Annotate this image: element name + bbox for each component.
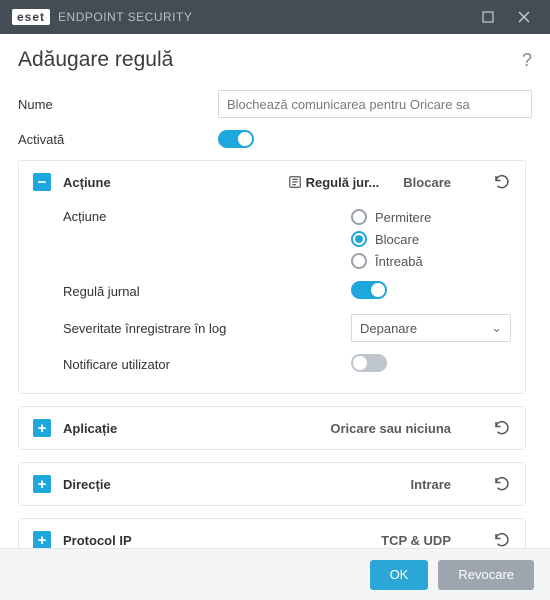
- severity-select[interactable]: Depanare ⌄: [351, 314, 511, 342]
- panel-protocol-title: Protocol IP: [63, 533, 132, 548]
- panel-protocol-summary: TCP & UDP: [381, 533, 451, 548]
- title-bar: eset ENDPOINT SECURITY: [0, 0, 550, 34]
- journal-chip[interactable]: Regulă jur...: [288, 175, 380, 190]
- product-name: ENDPOINT SECURITY: [58, 10, 192, 24]
- cancel-button[interactable]: Revocare: [438, 560, 534, 590]
- action-row-label: Acțiune: [63, 209, 351, 224]
- panels-scroll[interactable]: − Acțiune Regulă jur... Blocare Acțiune: [18, 160, 532, 548]
- journal-toggle[interactable]: [351, 281, 387, 299]
- panel-application-header[interactable]: + Aplicație Oricare sau niciuna: [19, 407, 525, 449]
- footer: OK Revocare: [0, 548, 550, 600]
- panel-application-summary: Oricare sau niciuna: [330, 421, 451, 436]
- radio-icon: [351, 231, 367, 247]
- notify-label: Notificare utilizator: [63, 357, 351, 372]
- enabled-toggle[interactable]: [218, 130, 254, 148]
- panel-protocol-header[interactable]: + Protocol IP TCP & UDP: [19, 519, 525, 548]
- reset-icon[interactable]: [493, 173, 511, 191]
- name-input[interactable]: [218, 90, 532, 118]
- panel-action-header[interactable]: − Acțiune Regulă jur... Blocare: [19, 161, 525, 203]
- radio-block[interactable]: Blocare: [351, 231, 511, 247]
- action-radio-group: Permitere Blocare Întreabă: [351, 209, 511, 269]
- panel-action: − Acțiune Regulă jur... Blocare Acțiune: [18, 160, 526, 394]
- brand-logo: eset: [12, 9, 50, 25]
- panel-application-title: Aplicație: [63, 421, 117, 436]
- radio-icon: [351, 253, 367, 269]
- radio-ask[interactable]: Întreabă: [351, 253, 511, 269]
- panel-direction: + Direcție Intrare: [18, 462, 526, 506]
- page-title: Adăugare regulă: [18, 48, 173, 72]
- panel-direction-title: Direcție: [63, 477, 111, 492]
- panel-direction-summary: Intrare: [411, 477, 451, 492]
- radio-ask-label: Întreabă: [375, 254, 423, 269]
- name-label: Nume: [18, 97, 218, 112]
- expand-icon[interactable]: +: [33, 419, 51, 437]
- severity-value: Depanare: [360, 321, 417, 336]
- maximize-button[interactable]: [470, 0, 506, 34]
- journal-chip-label: Regulă jur...: [306, 175, 380, 190]
- expand-icon[interactable]: +: [33, 475, 51, 493]
- reset-icon[interactable]: [493, 475, 511, 493]
- radio-allow-label: Permitere: [375, 210, 431, 225]
- panel-direction-header[interactable]: + Direcție Intrare: [19, 463, 525, 505]
- close-button[interactable]: [506, 0, 542, 34]
- panel-action-summary: Blocare: [403, 175, 451, 190]
- enabled-label: Activată: [18, 132, 218, 147]
- ok-button[interactable]: OK: [370, 560, 429, 590]
- journal-label: Regulă jurnal: [63, 284, 351, 299]
- reset-icon[interactable]: [493, 531, 511, 548]
- expand-icon[interactable]: +: [33, 531, 51, 548]
- panel-action-title: Acțiune: [63, 175, 111, 190]
- brand-logo-text: eset: [12, 9, 50, 25]
- radio-icon: [351, 209, 367, 225]
- severity-label: Severitate înregistrare în log: [63, 321, 351, 336]
- notify-toggle[interactable]: [351, 354, 387, 372]
- radio-block-label: Blocare: [375, 232, 419, 247]
- panel-protocol: + Protocol IP TCP & UDP: [18, 518, 526, 548]
- radio-allow[interactable]: Permitere: [351, 209, 511, 225]
- help-icon[interactable]: ?: [522, 50, 532, 71]
- panel-application: + Aplicație Oricare sau niciuna: [18, 406, 526, 450]
- collapse-icon[interactable]: −: [33, 173, 51, 191]
- reset-icon[interactable]: [493, 419, 511, 437]
- chevron-down-icon: ⌄: [491, 320, 502, 336]
